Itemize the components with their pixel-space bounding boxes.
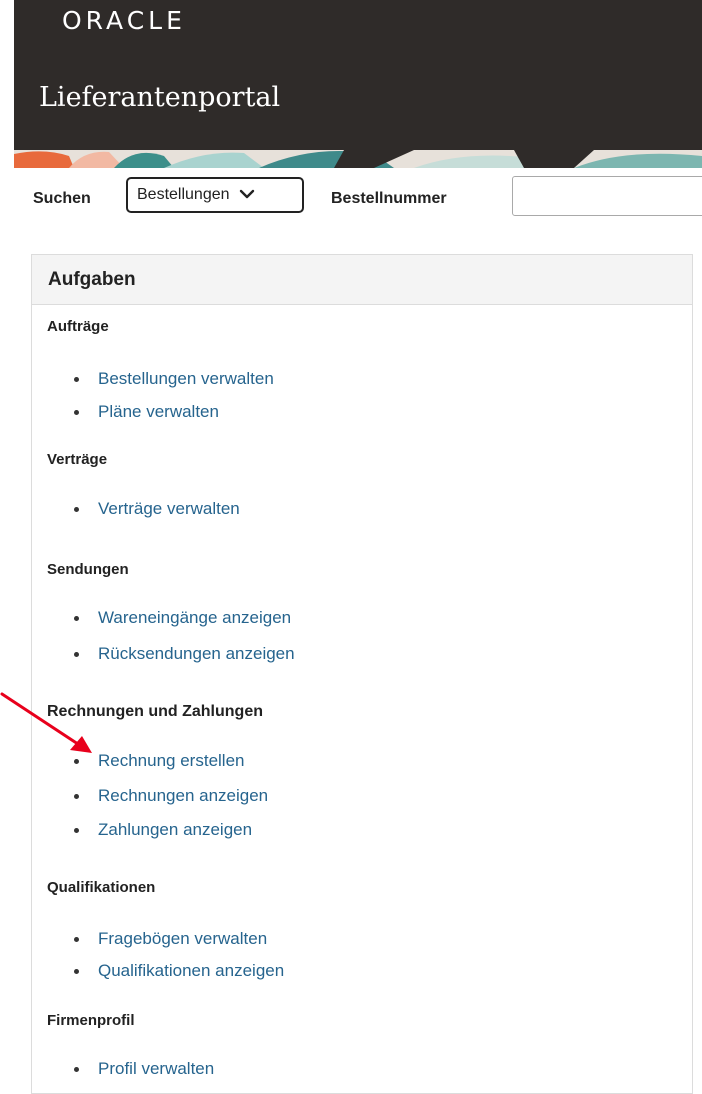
bullet-icon bbox=[74, 615, 79, 621]
app-header: ORACLE Lieferantenportal bbox=[14, 0, 702, 150]
list-item: Bestellungen verwalten bbox=[74, 369, 274, 389]
list-item: Rücksendungen anzeigen bbox=[74, 644, 295, 664]
order-number-input[interactable] bbox=[512, 176, 702, 216]
link-create-invoice[interactable]: Rechnung erstellen bbox=[98, 751, 244, 771]
section-title-company-profile: Firmenprofil bbox=[47, 1012, 135, 1029]
bullet-icon bbox=[74, 968, 79, 974]
list-item: Rechnungen anzeigen bbox=[74, 786, 268, 806]
order-number-label: Bestellnummer bbox=[331, 190, 447, 207]
section-title-contracts: Verträge bbox=[47, 451, 108, 468]
list-item: Profil verwalten bbox=[74, 1059, 214, 1079]
bullet-icon bbox=[74, 793, 79, 799]
bullet-icon bbox=[74, 651, 79, 657]
link-manage-schedules[interactable]: Pläne verwalten bbox=[98, 402, 219, 422]
decorative-banner bbox=[14, 150, 702, 168]
link-view-qualifications[interactable]: Qualifikationen anzeigen bbox=[98, 961, 284, 981]
list-item: Wareneingänge anzeigen bbox=[74, 608, 291, 628]
tasks-panel-header: Aufgaben bbox=[32, 255, 692, 305]
list-item: Pläne verwalten bbox=[74, 402, 219, 422]
search-label: Suchen bbox=[33, 190, 91, 207]
bullet-icon bbox=[74, 936, 79, 942]
list-item: Verträge verwalten bbox=[74, 499, 240, 519]
bullet-icon bbox=[74, 1066, 79, 1072]
link-view-receipts[interactable]: Wareneingänge anzeigen bbox=[98, 608, 291, 628]
link-manage-contracts[interactable]: Verträge verwalten bbox=[98, 499, 240, 519]
oracle-logo[interactable]: ORACLE bbox=[62, 6, 186, 35]
bullet-icon bbox=[74, 409, 79, 415]
list-item: Zahlungen anzeigen bbox=[74, 820, 252, 840]
tasks-panel-title: Aufgaben bbox=[48, 268, 136, 290]
annotation-arrow-icon bbox=[0, 692, 92, 753]
link-manage-questionnaires[interactable]: Fragebögen verwalten bbox=[98, 929, 267, 949]
bullet-icon bbox=[74, 506, 79, 512]
search-type-value: Bestellungen bbox=[137, 186, 230, 203]
bullet-icon bbox=[74, 827, 79, 833]
section-title-shipments: Sendungen bbox=[47, 561, 129, 578]
list-item: Qualifikationen anzeigen bbox=[74, 961, 284, 981]
link-manage-profile[interactable]: Profil verwalten bbox=[98, 1059, 214, 1079]
list-item: Fragebögen verwalten bbox=[74, 929, 267, 949]
link-view-returns[interactable]: Rücksendungen anzeigen bbox=[98, 644, 295, 664]
section-title-orders: Aufträge bbox=[47, 318, 109, 335]
portal-title: Lieferantenportal bbox=[39, 82, 281, 113]
search-bar: Suchen Bestellungen Bestellnummer bbox=[0, 168, 702, 230]
search-type-select[interactable]: Bestellungen bbox=[126, 177, 304, 213]
bullet-icon bbox=[74, 376, 79, 382]
link-view-invoices[interactable]: Rechnungen anzeigen bbox=[98, 786, 268, 806]
chevron-down-icon bbox=[239, 186, 255, 204]
link-manage-orders[interactable]: Bestellungen verwalten bbox=[98, 369, 274, 389]
section-title-qualifications: Qualifikationen bbox=[47, 879, 156, 896]
link-view-payments[interactable]: Zahlungen anzeigen bbox=[98, 820, 252, 840]
